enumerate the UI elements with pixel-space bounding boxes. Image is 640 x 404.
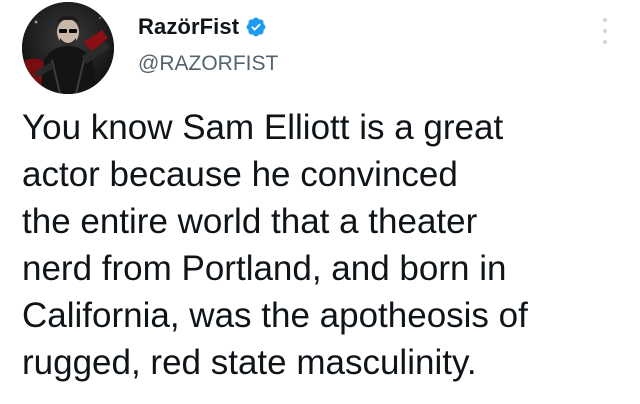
avatar-photo	[22, 2, 114, 94]
tweet-line: You know Sam Elliott is a great	[22, 108, 504, 147]
more-options-icon[interactable]	[598, 18, 612, 44]
name-row: RazörFist	[138, 14, 278, 40]
tweet-line: rugged, red state masculinity.	[22, 343, 477, 382]
author-block: RazörFist @RAZORFIST	[138, 14, 278, 76]
tweet-line: California, was the apotheosis of	[22, 296, 528, 335]
tweet-line: the entire world that a theater	[22, 202, 478, 241]
tweet-text: You know Sam Elliott is a great actor be…	[22, 104, 622, 386]
handle[interactable]: @RAZORFIST	[138, 52, 278, 76]
more-dot	[603, 29, 607, 33]
display-name[interactable]: RazörFist	[138, 14, 239, 40]
avatar[interactable]	[22, 2, 114, 94]
verified-badge-icon	[245, 16, 267, 38]
more-dot	[603, 18, 607, 22]
tweet-line: nerd from Portland, and born in	[22, 249, 507, 288]
tweet-line: actor because he convinced	[22, 155, 458, 194]
tweet-card: RazörFist @RAZORFIST You know Sam Elliot…	[0, 0, 640, 404]
more-dot	[603, 40, 607, 44]
